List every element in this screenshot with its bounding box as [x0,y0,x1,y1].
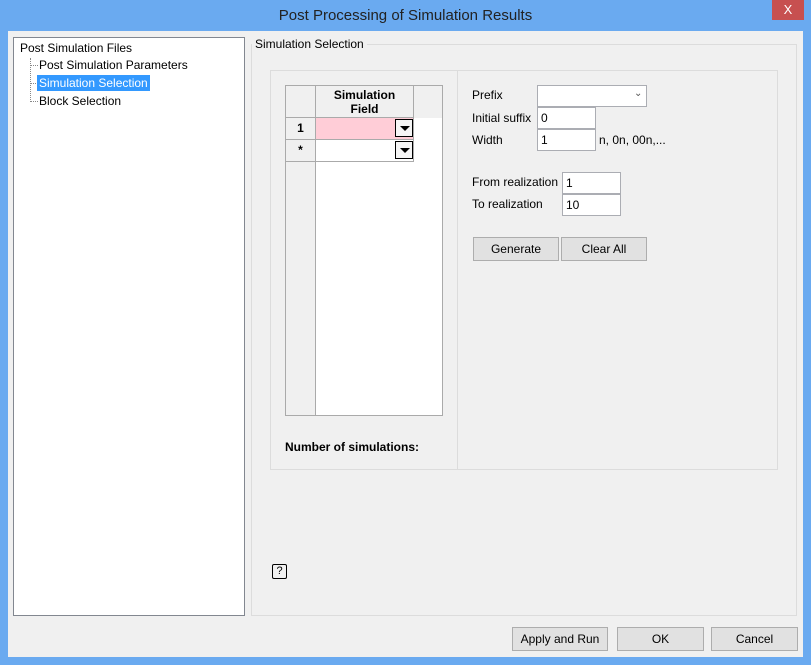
apply-and-run-button[interactable]: Apply and Run [512,627,608,651]
width-input[interactable]: 1 [537,129,596,151]
ok-button[interactable]: OK [617,627,704,651]
generate-button[interactable]: Generate [473,237,559,261]
tree-item-post-simulation-parameters[interactable]: Post Simulation Parameters [37,57,190,73]
width-hint: n, 0n, 00n,... [599,133,666,147]
width-label: Width [472,133,503,147]
prefix-select[interactable] [537,85,647,107]
group-title: Simulation Selection [255,37,364,51]
clear-all-button[interactable]: Clear All [561,237,647,261]
initial-suffix-label: Initial suffix [472,111,532,125]
window-title: Post Processing of Simulation Results [278,7,533,24]
tree-root[interactable]: Post Simulation Files [18,40,134,56]
to-realization-input[interactable]: 10 [562,194,621,216]
column-header-simulation-field[interactable]: Simulation Field [316,86,414,118]
navigation-tree: Post Simulation Files Post Simulation Pa… [13,37,245,616]
number-of-simulations-label: Number of simulations: [285,440,420,454]
new-row-header[interactable]: * [286,140,316,162]
row-header[interactable]: 1 [286,118,316,140]
tree-item-block-selection[interactable]: Block Selection [37,93,123,109]
to-realization-label: To realization [472,197,543,211]
prefix-label: Prefix [472,88,503,102]
simulation-grid: Simulation Field 1 * [285,85,443,416]
dropdown-arrow-icon[interactable] [395,119,413,137]
initial-suffix-input[interactable]: 0 [537,107,596,129]
chevron-down-icon: ⌄ [634,88,643,99]
from-realization-label: From realization [472,175,559,189]
help-icon[interactable]: ? [272,564,287,579]
from-realization-input[interactable]: 1 [562,172,621,194]
close-button[interactable]: X [772,0,804,20]
dropdown-arrow-icon[interactable] [395,141,413,159]
tree-item-simulation-selection[interactable]: Simulation Selection [37,75,150,91]
cancel-button[interactable]: Cancel [711,627,798,651]
generator-panel [457,70,778,470]
